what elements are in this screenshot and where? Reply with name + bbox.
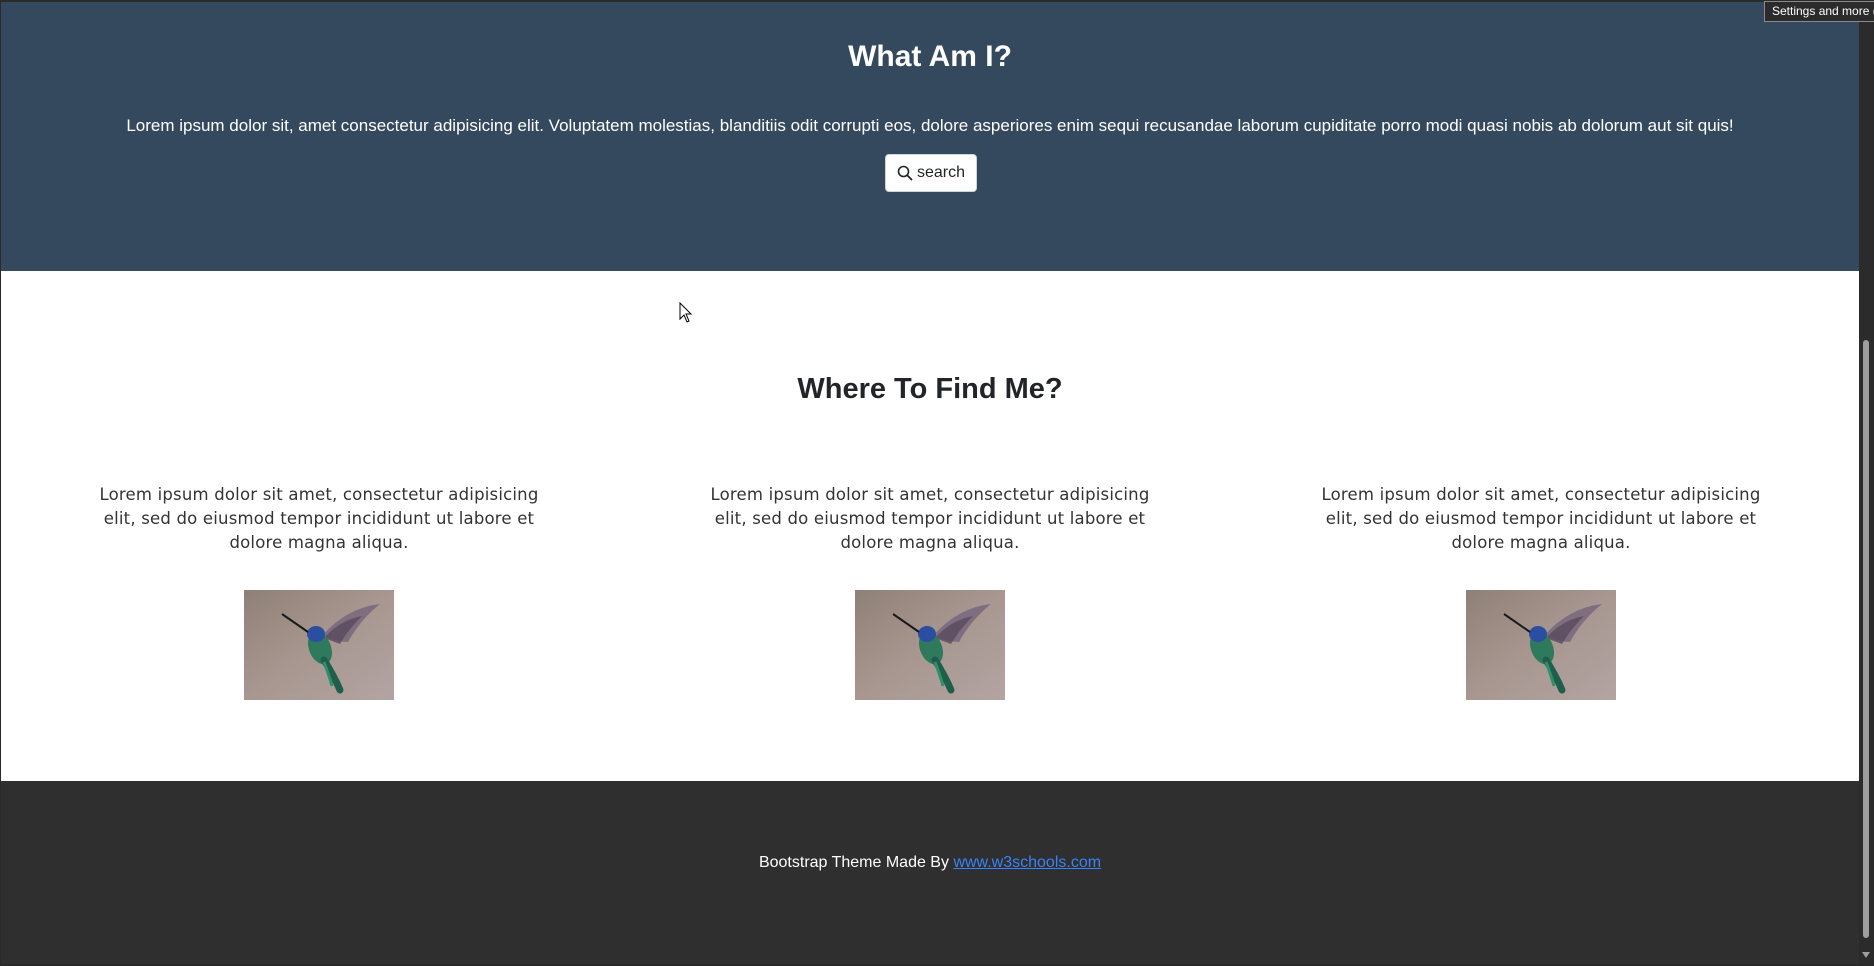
hummingbird-image bbox=[855, 590, 1005, 700]
vertical-scrollbar[interactable] bbox=[1859, 2, 1873, 964]
column-text: Lorem ipsum dolor sit amet, consectetur … bbox=[1321, 485, 1761, 552]
column-text: Lorem ipsum dolor sit amet, consectetur … bbox=[99, 485, 539, 552]
settings-tooltip: Settings and more (Alt+F) bbox=[1764, 1, 1874, 22]
footer-credit: Bootstrap Theme Made By www.w3schools.co… bbox=[1, 854, 1859, 872]
find-section: Where To Find Me? Lorem ipsum dolor sit … bbox=[1, 271, 1859, 781]
hummingbird-image bbox=[244, 590, 394, 700]
search-button-label: search bbox=[916, 164, 966, 181]
column-text: Lorem ipsum dolor sit amet, consectetur … bbox=[710, 485, 1150, 552]
scroll-down-arrow-icon[interactable] bbox=[1862, 952, 1870, 958]
find-title: Where To Find Me? bbox=[797, 373, 1063, 405]
mouse-cursor-icon bbox=[679, 302, 693, 323]
hummingbird-image bbox=[1466, 590, 1616, 700]
footer: Bootstrap Theme Made By www.w3schools.co… bbox=[1, 781, 1859, 964]
scrollbar-thumb[interactable] bbox=[1863, 340, 1869, 938]
browser-viewport: What Am I? Lorem ipsum dolor sit, amet c… bbox=[1, 2, 1859, 964]
find-column-3: Lorem ipsum dolor sit amet, consectetur … bbox=[1311, 483, 1771, 555]
find-column-2: Lorem ipsum dolor sit amet, consectetur … bbox=[700, 483, 1160, 555]
hero-title: What Am I? bbox=[848, 40, 1012, 73]
search-icon bbox=[897, 165, 913, 181]
footer-link[interactable]: www.w3schools.com bbox=[953, 854, 1101, 871]
hero-section: What Am I? Lorem ipsum dolor sit, amet c… bbox=[1, 2, 1859, 271]
footer-text: Bootstrap Theme Made By bbox=[758, 854, 949, 871]
hero-text: Lorem ipsum dolor sit, amet consectetur … bbox=[126, 116, 1734, 135]
search-button[interactable]: search bbox=[885, 154, 977, 192]
find-column-1: Lorem ipsum dolor sit amet, consectetur … bbox=[89, 483, 549, 555]
